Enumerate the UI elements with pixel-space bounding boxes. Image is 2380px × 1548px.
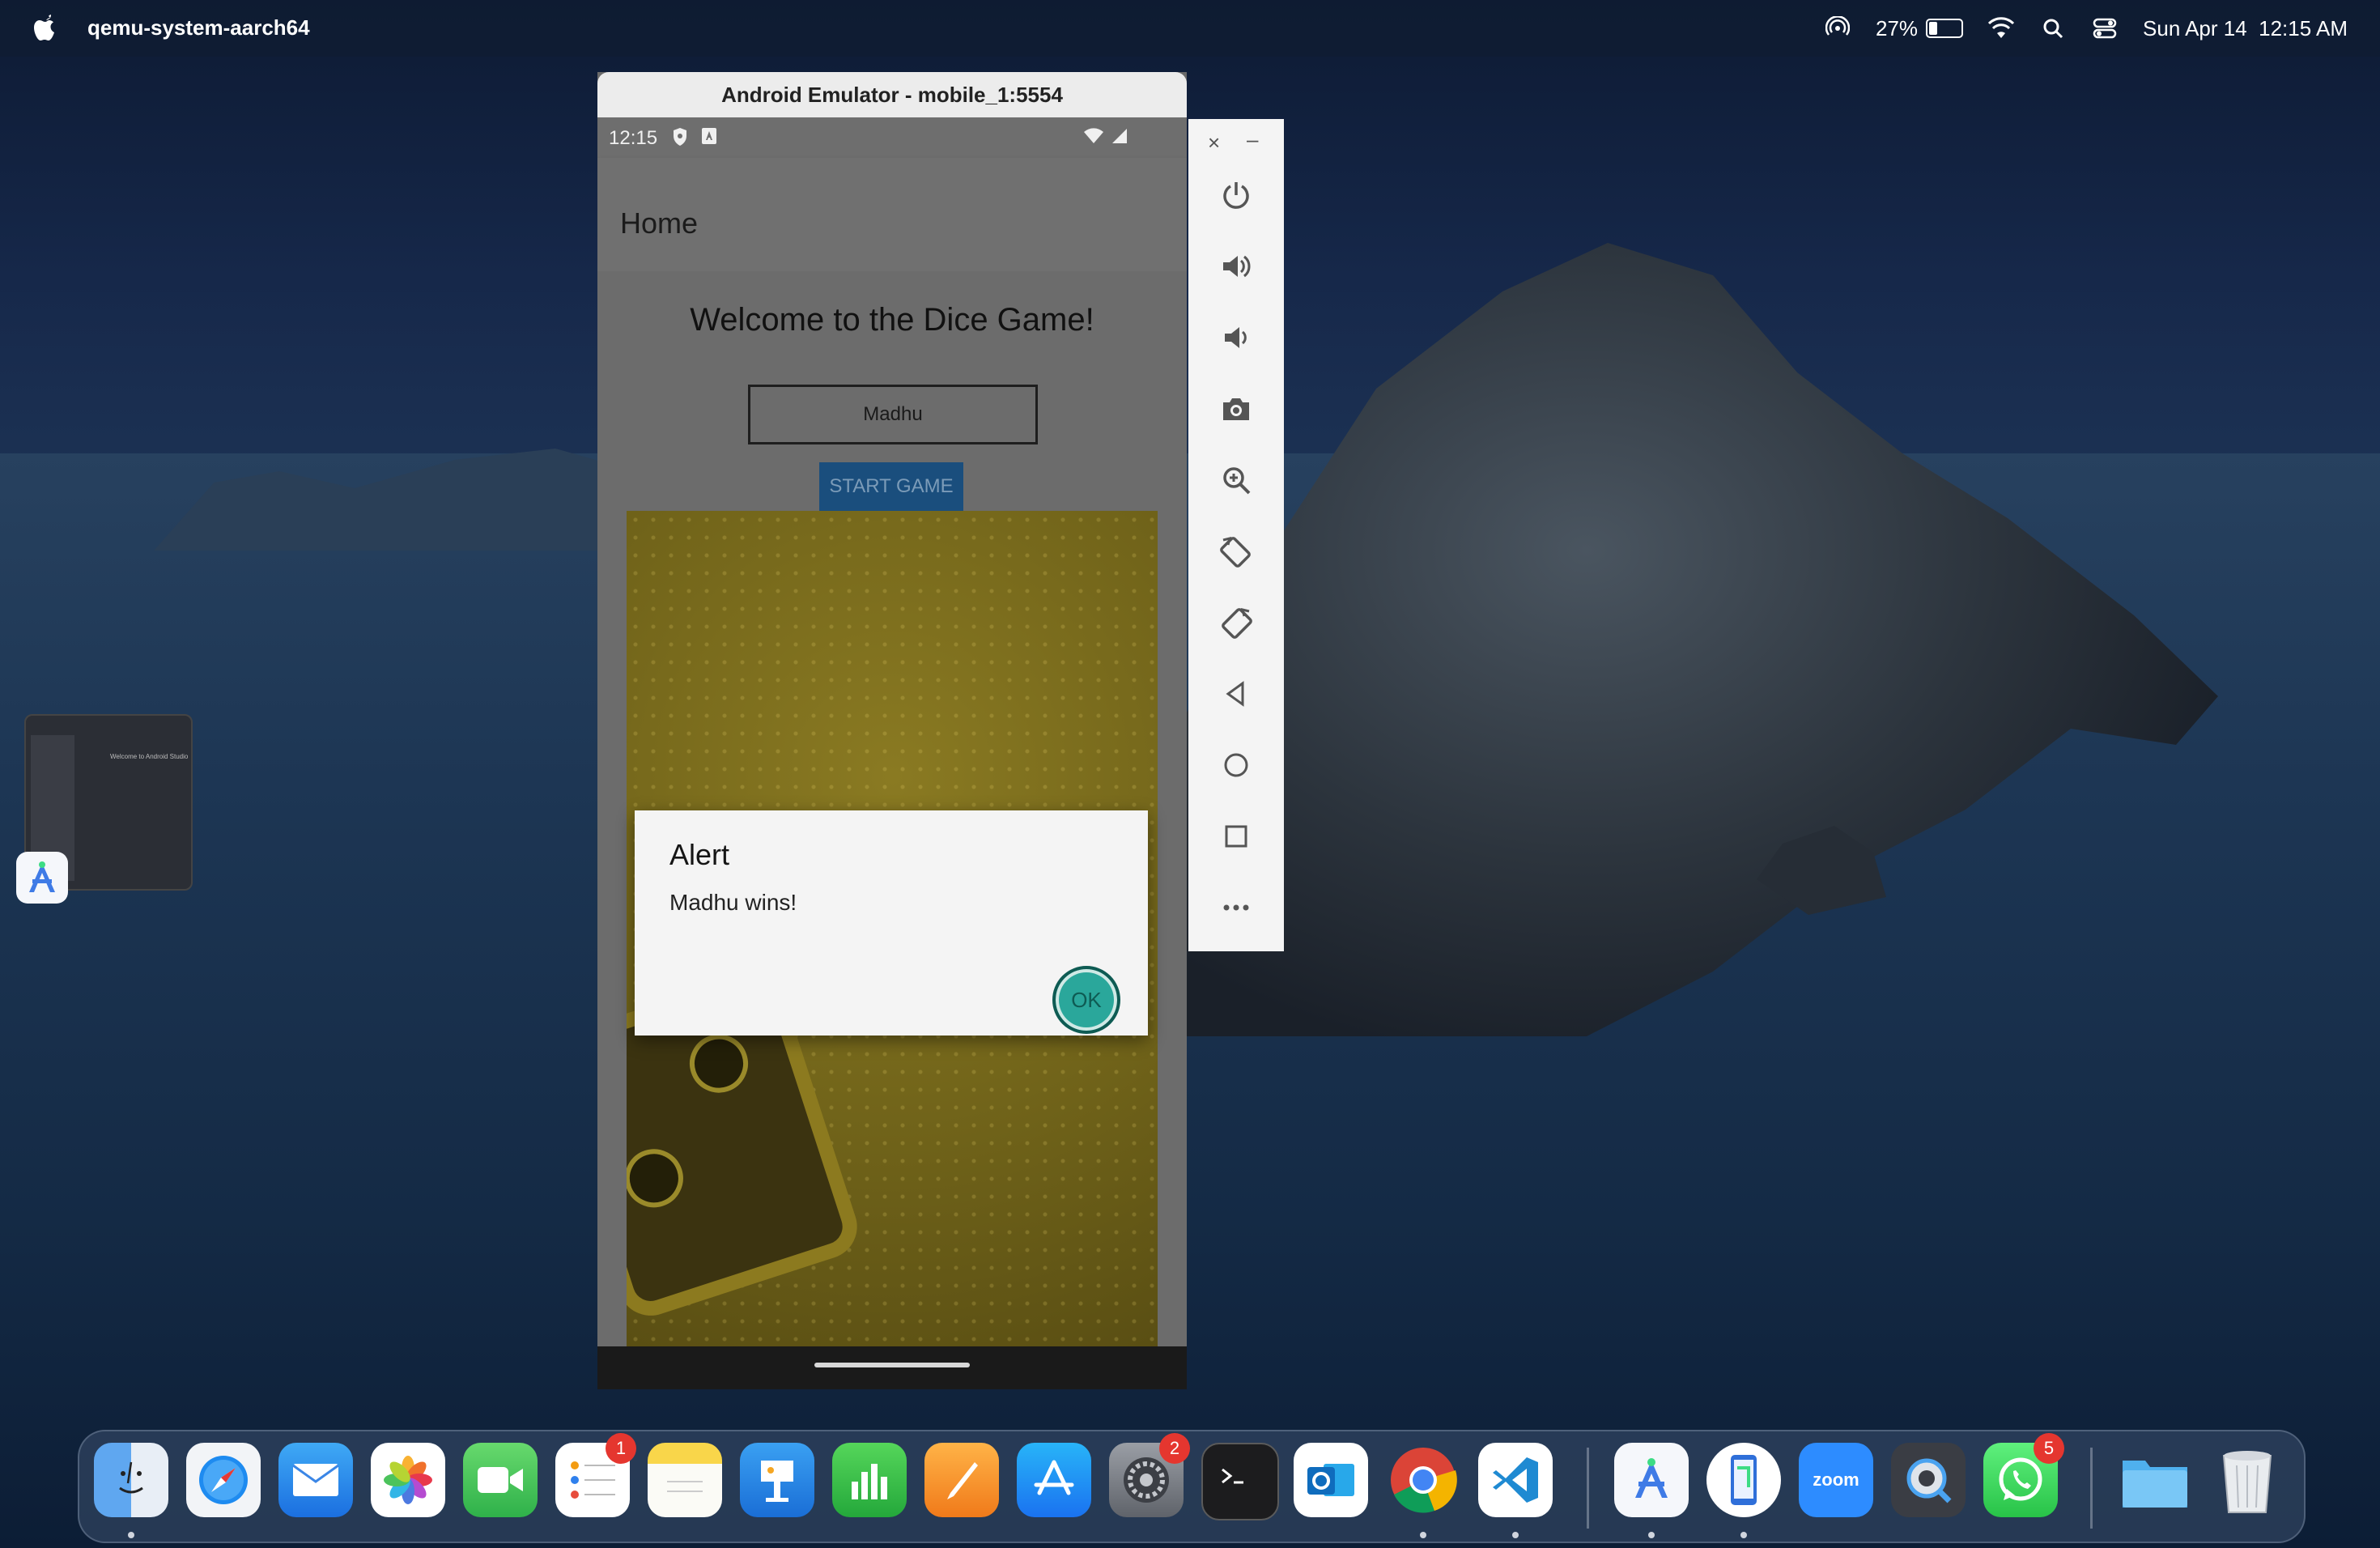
folder-icon[interactable]	[2118, 1443, 2192, 1517]
emulator-toolbar: × –	[1188, 119, 1284, 951]
photos-icon[interactable]	[371, 1443, 445, 1517]
zoom-icon	[1223, 467, 1251, 495]
running-indicator	[1512, 1532, 1519, 1538]
emulator-dock-icon[interactable]	[1706, 1443, 1781, 1517]
shield-icon	[674, 128, 686, 146]
finder-icon[interactable]	[94, 1443, 168, 1517]
more-icon	[1223, 904, 1249, 911]
app-bar-title: Home	[620, 206, 699, 240]
app-store-icon[interactable]	[1017, 1443, 1091, 1517]
notification-a-icon	[702, 128, 716, 144]
toolbar-minimize-button[interactable]: –	[1247, 127, 1258, 152]
more-options-button[interactable]	[1212, 883, 1260, 932]
app-bar: Home	[597, 158, 1187, 271]
emulator-window: Android Emulator - mobile_1:5554 12:15 H…	[597, 72, 1187, 1389]
terminal-icon[interactable]	[1201, 1443, 1279, 1520]
alert-ok-button[interactable]: OK	[1052, 966, 1120, 1034]
android-studio-dock-icon[interactable]	[1614, 1443, 1689, 1517]
facetime-icon[interactable]	[463, 1443, 538, 1517]
mail-icon[interactable]	[278, 1443, 353, 1517]
battery-status[interactable]: 27%	[1875, 15, 1964, 41]
outlook-icon[interactable]	[1294, 1443, 1368, 1517]
gesture-home-pill[interactable]	[814, 1363, 970, 1367]
zoom-button[interactable]	[1212, 456, 1260, 504]
numbers-icon[interactable]	[832, 1443, 907, 1517]
quicktime-icon[interactable]	[1891, 1443, 1966, 1517]
settings-badge: 2	[1159, 1433, 1190, 1464]
overview-button[interactable]	[1212, 812, 1260, 861]
home-button[interactable]	[1212, 741, 1260, 789]
dock-separator	[2090, 1448, 2093, 1529]
battery-icon	[1926, 19, 1964, 38]
back-button[interactable]	[1212, 670, 1260, 718]
home-icon	[1224, 753, 1248, 777]
trash-icon[interactable]	[2210, 1443, 2284, 1517]
alert-dialog: Alert Madhu wins! OK	[635, 810, 1148, 1036]
power-icon	[1223, 182, 1249, 209]
android-studio-icon[interactable]	[16, 852, 68, 904]
power-button[interactable]	[1212, 171, 1260, 219]
whatsapp-icon[interactable]: 5	[1983, 1433, 2064, 1517]
chrome-icon[interactable]	[1386, 1443, 1460, 1517]
volume-down-icon	[1225, 327, 1247, 348]
player-name-input[interactable]: Madhu	[748, 385, 1038, 444]
rotate-left-icon	[1220, 536, 1251, 568]
volume-up-button[interactable]	[1212, 242, 1260, 291]
zoom-label: zoom	[1813, 1469, 1859, 1490]
mini-window-text: Welcome to Android Studio	[110, 753, 189, 760]
notes-icon[interactable]	[648, 1443, 722, 1517]
dock-separator	[1587, 1448, 1589, 1529]
volume-up-icon	[1223, 255, 1251, 278]
running-indicator	[1648, 1532, 1655, 1538]
android-status-bar: 12:15	[597, 117, 1187, 158]
wifi-icon[interactable]	[1987, 15, 2015, 42]
active-app-name[interactable]: qemu-system-aarch64	[87, 15, 310, 40]
screenshot-button[interactable]	[1212, 385, 1260, 433]
toolbar-close-button[interactable]: ×	[1208, 130, 1220, 155]
welcome-heading: Welcome to the Dice Game!	[690, 302, 1094, 338]
rotate-right-icon	[1222, 607, 1252, 639]
whatsapp-badge: 5	[2034, 1433, 2064, 1464]
dock: 1 2 zoom 5	[78, 1430, 2306, 1543]
control-center-icon[interactable]	[2091, 15, 2119, 42]
menu-bar-clock[interactable]: Sun Apr 14 12:15 AM	[2143, 16, 2348, 41]
running-indicator	[1420, 1532, 1426, 1538]
die-pip	[627, 1141, 691, 1215]
reminders-badge: 1	[606, 1433, 636, 1464]
start-game-button[interactable]: START GAME	[819, 462, 963, 511]
spotlight-search-icon[interactable]	[2039, 15, 2067, 42]
cell-signal-icon	[1112, 129, 1127, 143]
system-settings-icon[interactable]: 2	[1109, 1433, 1190, 1517]
zoom-icon[interactable]: zoom	[1799, 1443, 1873, 1517]
battery-fill	[1929, 22, 1938, 35]
airdrop-icon[interactable]	[1824, 15, 1851, 42]
camera-icon	[1223, 398, 1249, 420]
rotate-right-button[interactable]	[1212, 598, 1260, 647]
wifi-signal-icon	[1084, 128, 1103, 143]
status-time: 12:15	[609, 127, 658, 149]
battery-percent: 27%	[1875, 15, 1919, 40]
overview-icon	[1225, 825, 1247, 848]
die-pip	[682, 1027, 756, 1100]
menu-bar: qemu-system-aarch64 27% Sun Apr 14 12:15…	[0, 0, 2380, 57]
emulator-window-title[interactable]: Android Emulator - mobile_1:5554	[597, 72, 1187, 117]
vscode-icon[interactable]	[1478, 1443, 1553, 1517]
phone-screen: 12:15 Home Welcome to the Dice Game! Mad…	[597, 117, 1187, 1389]
apple-icon[interactable]	[32, 13, 58, 42]
reminders-icon[interactable]: 1	[555, 1433, 636, 1517]
keynote-icon[interactable]	[740, 1443, 814, 1517]
running-indicator	[1740, 1532, 1747, 1538]
alert-message: Madhu wins!	[669, 890, 797, 915]
game-screen: Welcome to the Dice Game! Madhu START GA…	[597, 271, 1187, 1389]
alert-title: Alert	[669, 838, 730, 871]
volume-down-button[interactable]	[1212, 313, 1260, 362]
rotate-left-button[interactable]	[1212, 527, 1260, 576]
pages-icon[interactable]	[924, 1443, 999, 1517]
android-nav-bar	[597, 1346, 1187, 1389]
safari-icon[interactable]	[186, 1443, 261, 1517]
back-icon	[1226, 681, 1244, 707]
running-indicator	[128, 1532, 134, 1538]
